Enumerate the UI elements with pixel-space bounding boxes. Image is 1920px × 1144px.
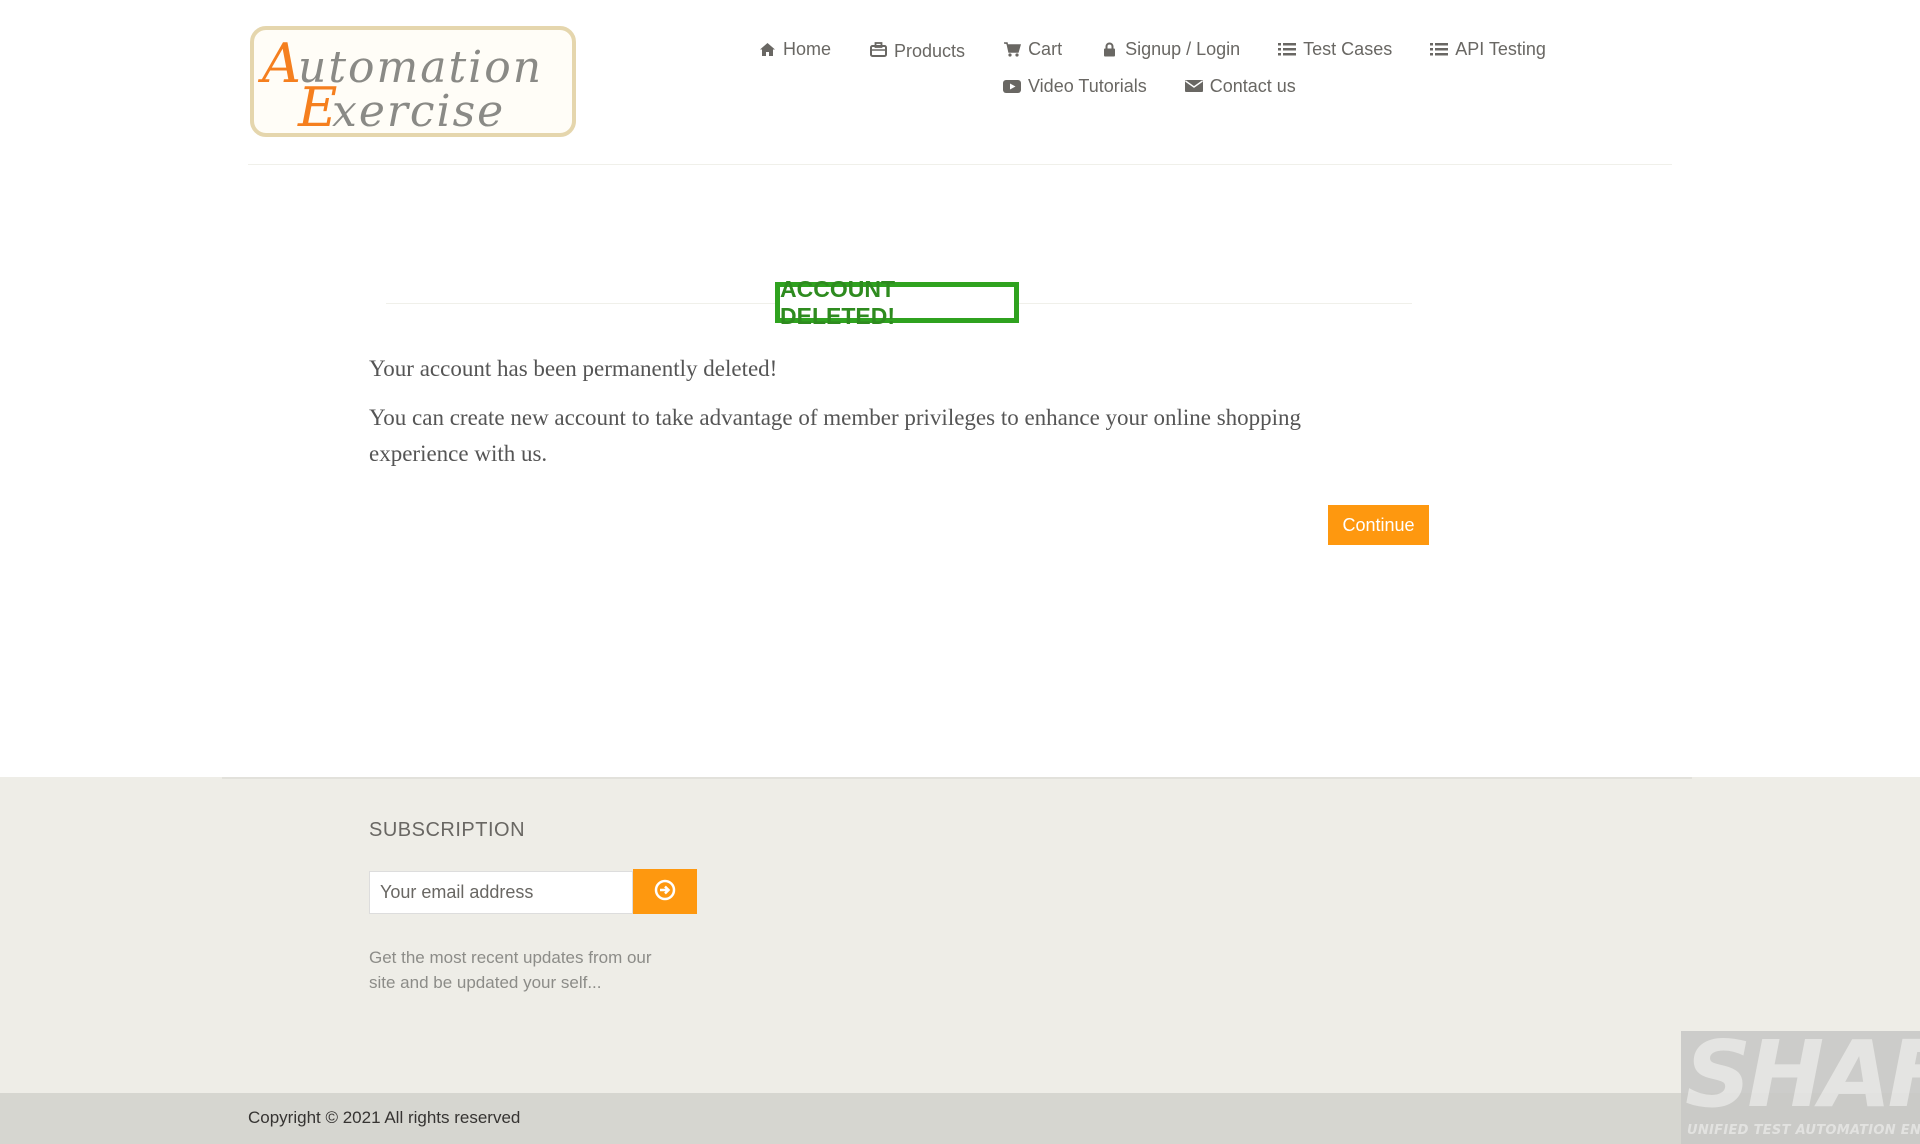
nav-contact-us-label: Contact us — [1209, 75, 1296, 96]
copyright-text: Copyright © 2021 All rights reserved — [248, 1108, 521, 1127]
footer-widget-area — [0, 777, 1920, 1093]
shaft-watermark: SHAFT UNIFIED TEST AUTOMATION ENGINE — [1681, 1025, 1920, 1144]
cart-icon — [1003, 40, 1021, 58]
header-divider — [248, 164, 1672, 165]
main-nav-row-2: Video Tutorials Contact us — [1003, 73, 1334, 99]
nav-api-testing[interactable]: API Testing — [1430, 36, 1546, 62]
shaft-watermark-title: SHAFT — [1685, 1021, 1920, 1128]
nav-products[interactable]: Products — [869, 36, 965, 62]
subscription-title: SUBSCRIPTION — [369, 819, 526, 841]
nav-home-label: Home — [783, 38, 832, 59]
briefcase-icon — [869, 40, 887, 58]
envelope-icon — [1184, 77, 1203, 95]
logo-initial-a: A — [257, 32, 301, 95]
nav-test-cases[interactable]: Test Cases — [1278, 36, 1392, 62]
nav-test-cases-label: Test Cases — [1303, 38, 1393, 59]
create-account-message: You can create new account to take advan… — [369, 405, 1302, 466]
youtube-play-icon — [1003, 77, 1021, 95]
nav-signup-login-label: Signup / Login — [1125, 38, 1241, 59]
footer-divider — [222, 777, 1692, 779]
shaft-watermark-subtitle: UNIFIED TEST AUTOMATION ENGINE — [1687, 1123, 1920, 1138]
nav-video-tutorials[interactable]: Video Tutorials — [1003, 73, 1147, 99]
nav-home[interactable]: Home — [758, 36, 831, 62]
subscribe-email-input[interactable] — [369, 871, 633, 914]
lock-icon — [1100, 40, 1118, 58]
nav-products-label: Products — [894, 40, 966, 61]
account-deleted-title-text: ACCOUNT DELETED! — [780, 275, 895, 329]
site-logo[interactable]: A utomation E xercise — [250, 26, 576, 137]
subscribe-button[interactable] — [633, 869, 697, 914]
logo-graphic: A utomation E xercise — [257, 32, 541, 133]
continue-button[interactable]: Continue — [1328, 505, 1429, 545]
list-icon — [1278, 40, 1297, 58]
site-header: A utomation E xercise Home Products Cart — [0, 0, 1920, 166]
nav-api-testing-label: API Testing — [1455, 38, 1546, 59]
nav-contact-us[interactable]: Contact us — [1184, 73, 1296, 99]
arrow-circle-right-icon — [654, 879, 676, 904]
logo-text-line2: xercise — [332, 86, 505, 133]
subscription-description: Get the most recent updates from our sit… — [369, 948, 652, 992]
nav-cart-label: Cart — [1028, 38, 1063, 59]
account-deleted-title: ACCOUNT DELETED! — [775, 276, 1019, 329]
main-nav-row-1: Home Products Cart Signup / Login Test C… — [758, 36, 1584, 62]
nav-cart[interactable]: Cart — [1003, 36, 1062, 62]
deleted-message: Your account has been permanently delete… — [369, 356, 778, 381]
nav-video-tutorials-label: Video Tutorials — [1028, 75, 1147, 96]
list-icon — [1430, 40, 1449, 58]
nav-signup-login[interactable]: Signup / Login — [1100, 36, 1240, 62]
home-icon — [758, 40, 776, 58]
